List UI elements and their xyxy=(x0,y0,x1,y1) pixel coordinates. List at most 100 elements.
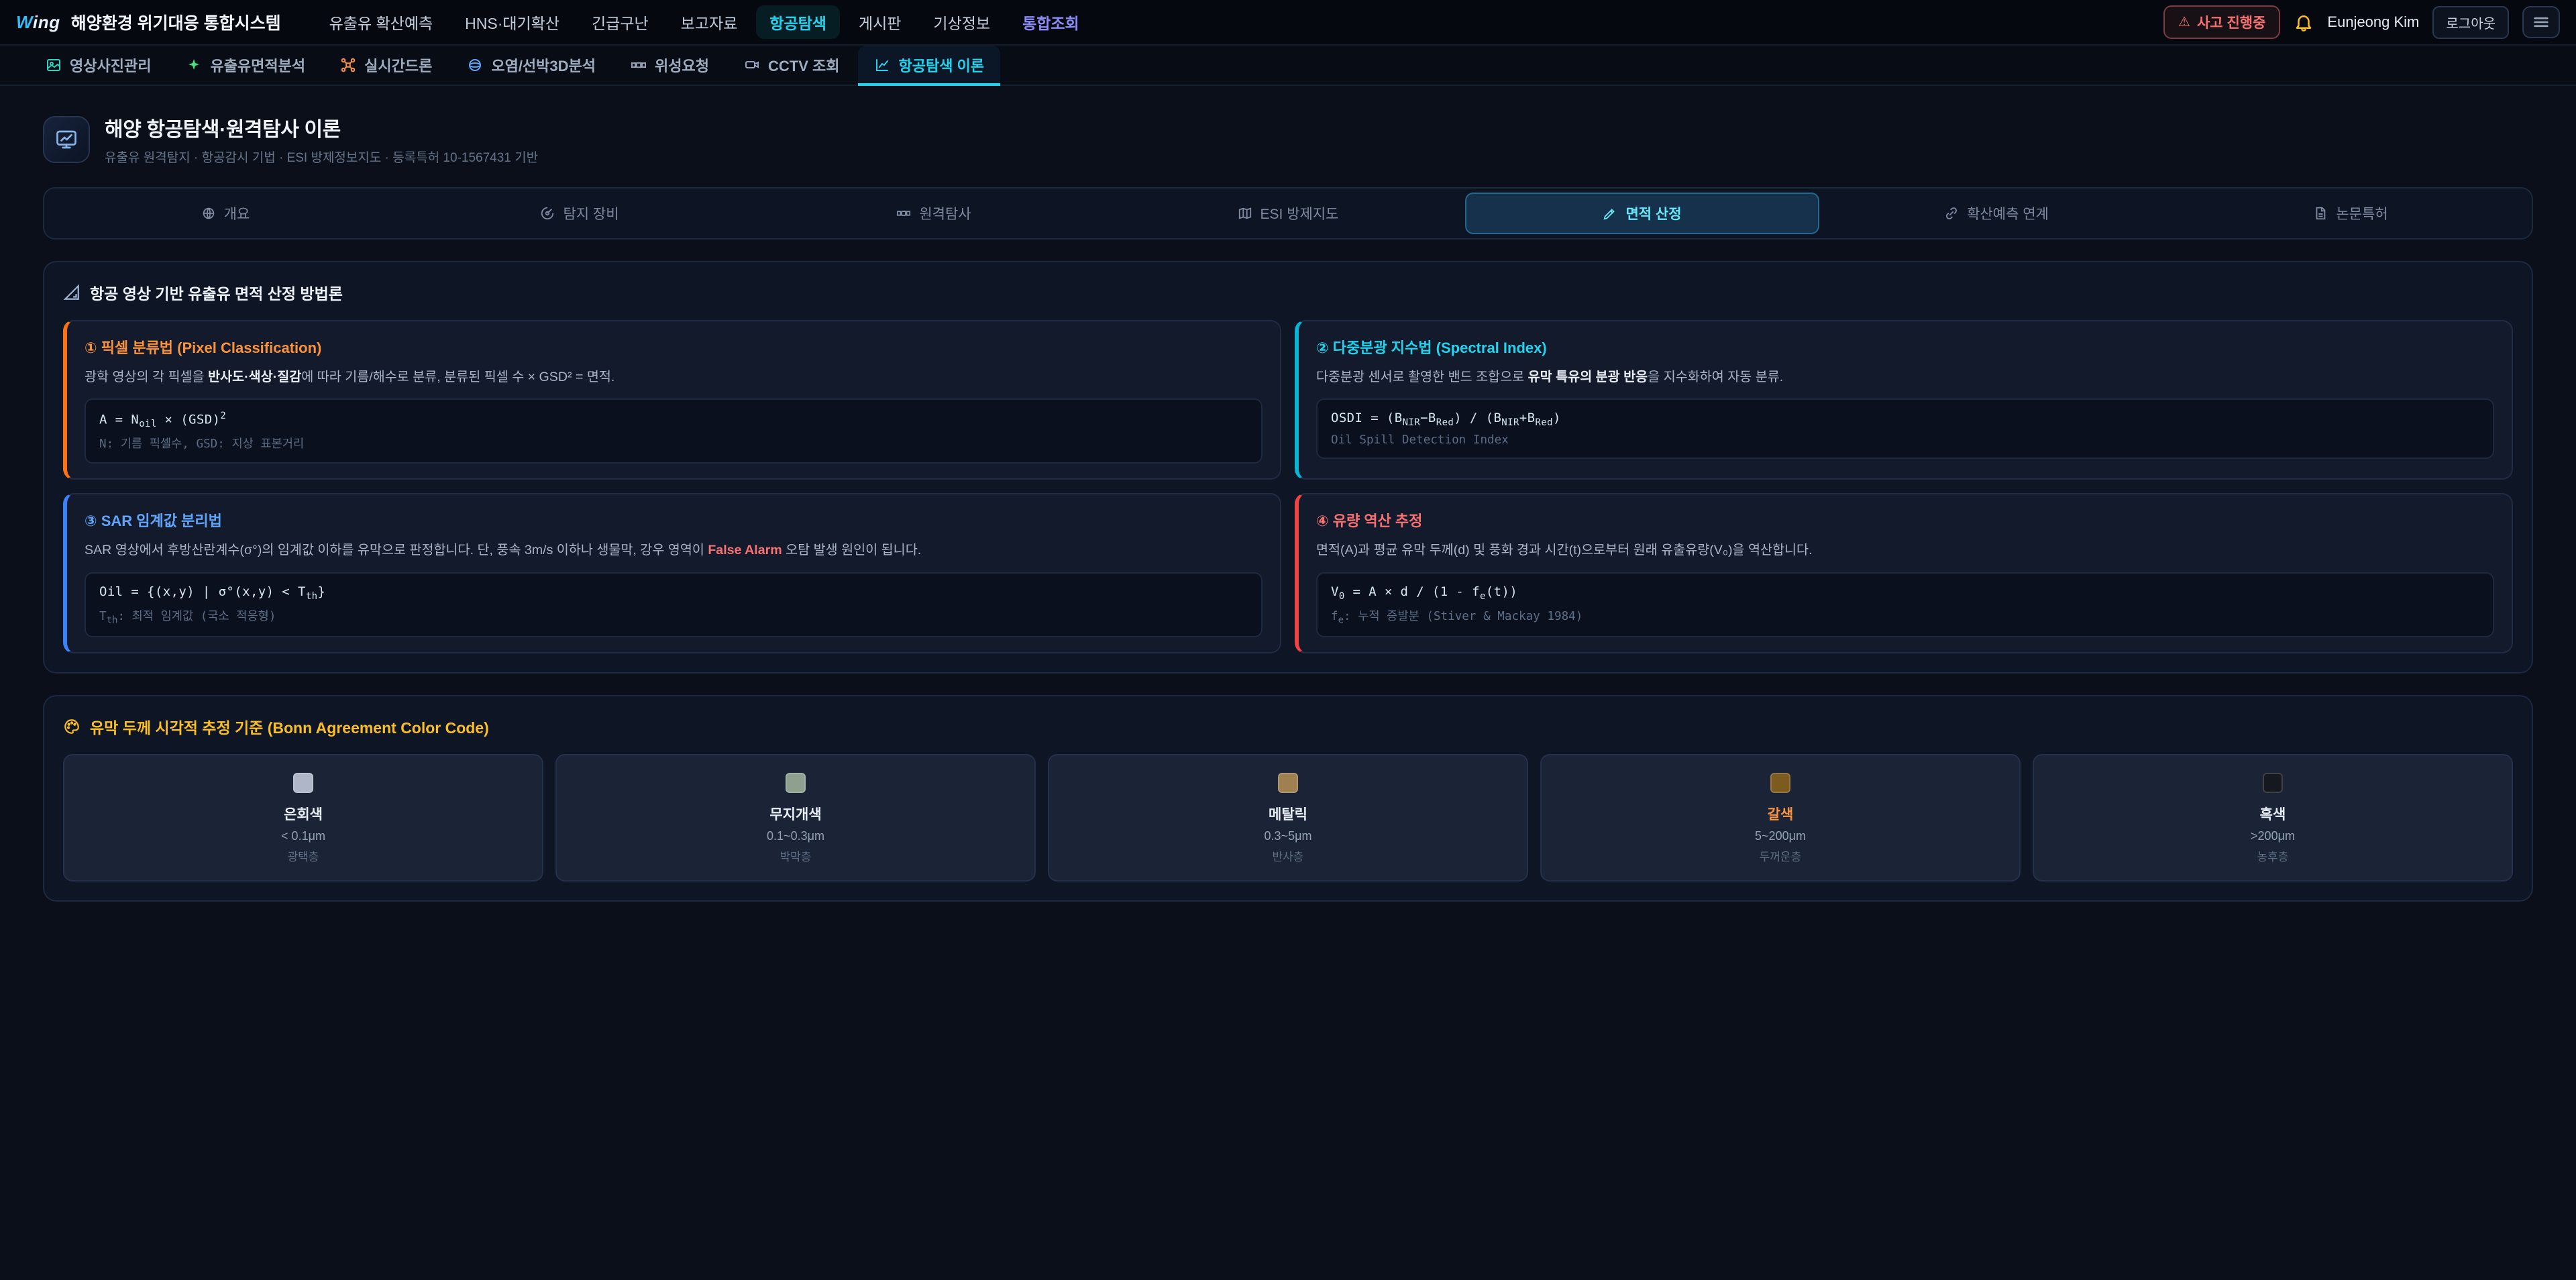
formula-sub: e xyxy=(1480,591,1486,602)
page-title: 해양 항공탐색·원격탐사 이론 xyxy=(105,113,538,142)
app-title: 해양환경 위기대응 통합시스템 xyxy=(71,10,281,34)
color-swatch xyxy=(1770,773,1790,793)
color-swatch xyxy=(1278,773,1298,793)
desc-text: 오탐 발생 원인이 됩니다. xyxy=(782,543,921,557)
subnav-item-aerial-search-theory[interactable]: 항공탐색 이론 xyxy=(858,46,1000,85)
app-logo: Wing xyxy=(16,12,60,33)
map-icon xyxy=(1238,206,1252,221)
methods-section-title: 항공 영상 기반 유출유 면적 산정 방법론 xyxy=(63,281,2513,304)
app-root: Wing 해양환경 위기대응 통합시스템 유출유 확산예측 HNS·대기확산 긴… xyxy=(0,0,2576,1280)
bonn-thickness-range: 5~200μm xyxy=(1552,829,2008,843)
logout-button[interactable]: 로그아웃 xyxy=(2432,6,2509,39)
bell-icon xyxy=(2294,12,2314,32)
tab-diffusion-link[interactable]: 확산예측 연계 xyxy=(1819,193,2174,234)
nav-item-weather[interactable]: 기상정보 xyxy=(920,5,1004,39)
main-content: 해양 항공탐색·원격탐사 이론 유출유 원격탐지 · 항공감시 기법 · ESI… xyxy=(0,86,2576,977)
subnav-item-realtime-drone[interactable]: 실시간드론 xyxy=(324,46,448,85)
subnav-label: CCTV 조회 xyxy=(768,54,839,76)
method-card-desc: 면적(A)과 평균 유막 두께(d) 및 풍화 경과 시간(t)으로부터 원래 … xyxy=(1316,540,2494,561)
tab-esi-map[interactable]: ESI 방제지도 xyxy=(1111,193,1465,234)
hamburger-icon xyxy=(2532,13,2551,32)
tab-label: 원격탐사 xyxy=(919,203,971,223)
bonn-card-black: 흑색 >200μm 농후층 xyxy=(2033,754,2513,882)
method-card-title: ① 픽셀 분류법 (Pixel Classification) xyxy=(85,336,1263,358)
sparkle-icon xyxy=(186,57,202,73)
incident-status-badge[interactable]: ⚠ 사고 진행중 xyxy=(2163,5,2280,39)
bonn-name: 흑색 xyxy=(2045,804,2501,824)
subnav-label: 영상사진관리 xyxy=(70,54,151,76)
formula-note-text: : 최적 임계값 (국소 적응형) xyxy=(117,610,276,623)
subnav-item-oil-area-analysis[interactable]: 유출유면적분석 xyxy=(170,46,321,85)
tab-overview[interactable]: 개요 xyxy=(48,193,402,234)
subnav-item-image-photo-mgmt[interactable]: 영상사진관리 xyxy=(30,46,167,85)
bonn-card-rainbow: 무지개색 0.1~0.3μm 박막층 xyxy=(555,754,1036,882)
formula-sub: 0 xyxy=(1339,591,1345,602)
tab-area-calculation[interactable]: 면적 산정 xyxy=(1465,193,1819,234)
formula-block: V0 = A × d / (1 - fe(t)) fe: 누적 증발분 (Sti… xyxy=(1316,572,2494,637)
chart-icon xyxy=(874,57,890,73)
nav-item-hns-air-diffusion[interactable]: HNS·대기확산 xyxy=(451,5,573,39)
nav-item-reports[interactable]: 보고자료 xyxy=(667,5,751,39)
subnav-label: 오염/선박3D분석 xyxy=(491,54,596,76)
bonn-name: 무지개색 xyxy=(568,804,1024,824)
drone-icon xyxy=(340,57,356,73)
formula-note-text: : 누적 증발분 (Stiver & Mackay 1984) xyxy=(1344,610,1582,623)
method-card-spectral-index: ② 다중분광 지수법 (Spectral Index) 다중분광 센서로 촬영한… xyxy=(1295,320,2513,480)
formula-note: N: 기름 픽셀수, GSD: 지상 표본거리 xyxy=(99,435,1248,451)
method-card-pixel-classification: ① 픽셀 분류법 (Pixel Classification) 광학 영상의 각… xyxy=(63,320,1281,480)
ruler-icon xyxy=(63,284,80,301)
satellite-icon xyxy=(896,206,911,221)
method-card-desc: 광학 영상의 각 픽셀을 반사도·색상·질감에 따라 기름/해수로 분류, 분류… xyxy=(85,367,1263,388)
formula-note-sub: th xyxy=(107,615,118,625)
desc-text: 을 지수화하여 자동 분류. xyxy=(1648,370,1783,384)
formula-text: A = N xyxy=(99,413,139,427)
subnav-item-pollution-ship-3d[interactable]: 오염/선박3D분석 xyxy=(451,46,612,85)
subnav-item-cctv-view[interactable]: CCTV 조회 xyxy=(728,46,855,85)
sub-nav: 영상사진관리 유출유면적분석 실시간드론 오염/선박3D분석 위성요청 xyxy=(0,46,2576,86)
formula-text: (t)) xyxy=(1486,584,1517,599)
tab-label: 탐지 장비 xyxy=(563,203,619,223)
method-card-title: ③ SAR 임계값 분리법 xyxy=(85,509,1263,531)
bonn-card-brown: 갈색 5~200μm 두꺼운층 xyxy=(1540,754,2021,882)
formula-sub: Red xyxy=(1436,417,1454,428)
nav-item-emergency-rescue[interactable]: 긴급구난 xyxy=(578,5,662,39)
bonn-section-title-text: 유막 두께 시각적 추정 기준 (Bonn Agreement Color Co… xyxy=(90,715,489,738)
tab-detection-equipment[interactable]: 탐지 장비 xyxy=(402,193,757,234)
cctv-icon xyxy=(744,57,760,73)
method-card-title: ④ 유량 역산 추정 xyxy=(1316,509,2494,531)
tab-label: 면적 산정 xyxy=(1625,203,1681,223)
palette-icon xyxy=(63,718,80,735)
nav-item-integrated-search[interactable]: 통합조회 xyxy=(1009,5,1093,39)
user-name: Eunjeong Kim xyxy=(2327,13,2419,31)
desc-text: 에 따라 기름/해수로 분류, 분류된 픽셀 수 × GSD² = 면적. xyxy=(301,370,614,384)
color-swatch xyxy=(2263,773,2283,793)
document-icon xyxy=(2313,206,2328,221)
formula-text: } xyxy=(318,584,326,599)
nav-item-aerial-search[interactable]: 항공탐색 xyxy=(756,5,840,39)
tab-remote-sensing[interactable]: 원격탐사 xyxy=(757,193,1111,234)
bonn-layer-label: 광택층 xyxy=(75,847,531,864)
color-swatch xyxy=(786,773,806,793)
subnav-item-satellite-request[interactable]: 위성요청 xyxy=(614,46,725,85)
nav-item-oil-spill-prediction[interactable]: 유출유 확산예측 xyxy=(316,5,447,39)
tab-papers-patents[interactable]: 논문특허 xyxy=(2174,193,2528,234)
bonn-name: 메탈릭 xyxy=(1060,804,1516,824)
method-card-sar-threshold: ③ SAR 임계값 분리법 SAR 영상에서 후방산란계수(σ°)의 임계값 이… xyxy=(63,493,1281,653)
brand[interactable]: Wing 해양환경 위기대응 통합시스템 xyxy=(16,10,281,34)
tab-label: 확산예측 연계 xyxy=(1967,203,2049,223)
formula-text: = A × d / (1 - f xyxy=(1345,584,1480,599)
notification-bell-button[interactable] xyxy=(2294,12,2314,32)
tab-label: 개요 xyxy=(224,203,250,223)
formula-sub: NIR xyxy=(1403,417,1421,428)
formula-block: Oil = {(x,y) | σ°(x,y) < Tth} Tth: 최적 임계… xyxy=(85,572,1263,637)
bonn-name: 갈색 xyxy=(1552,804,2008,824)
link-icon xyxy=(1944,206,1959,221)
formula-block: OSDI = (BNIR−BRed) / (BNIR+BRed) Oil Spi… xyxy=(1316,398,2494,459)
methods-section-title-text: 항공 영상 기반 유출유 면적 산정 방법론 xyxy=(90,281,343,304)
hamburger-menu-button[interactable] xyxy=(2522,6,2560,38)
bonn-layer-label: 반사층 xyxy=(1060,847,1516,864)
formula-note: fe: 누적 증발분 (Stiver & Mackay 1984) xyxy=(1331,607,2479,626)
desc-strong: False Alarm xyxy=(708,543,782,557)
nav-item-board[interactable]: 게시판 xyxy=(845,5,914,39)
tab-label: ESI 방제지도 xyxy=(1260,203,1339,223)
